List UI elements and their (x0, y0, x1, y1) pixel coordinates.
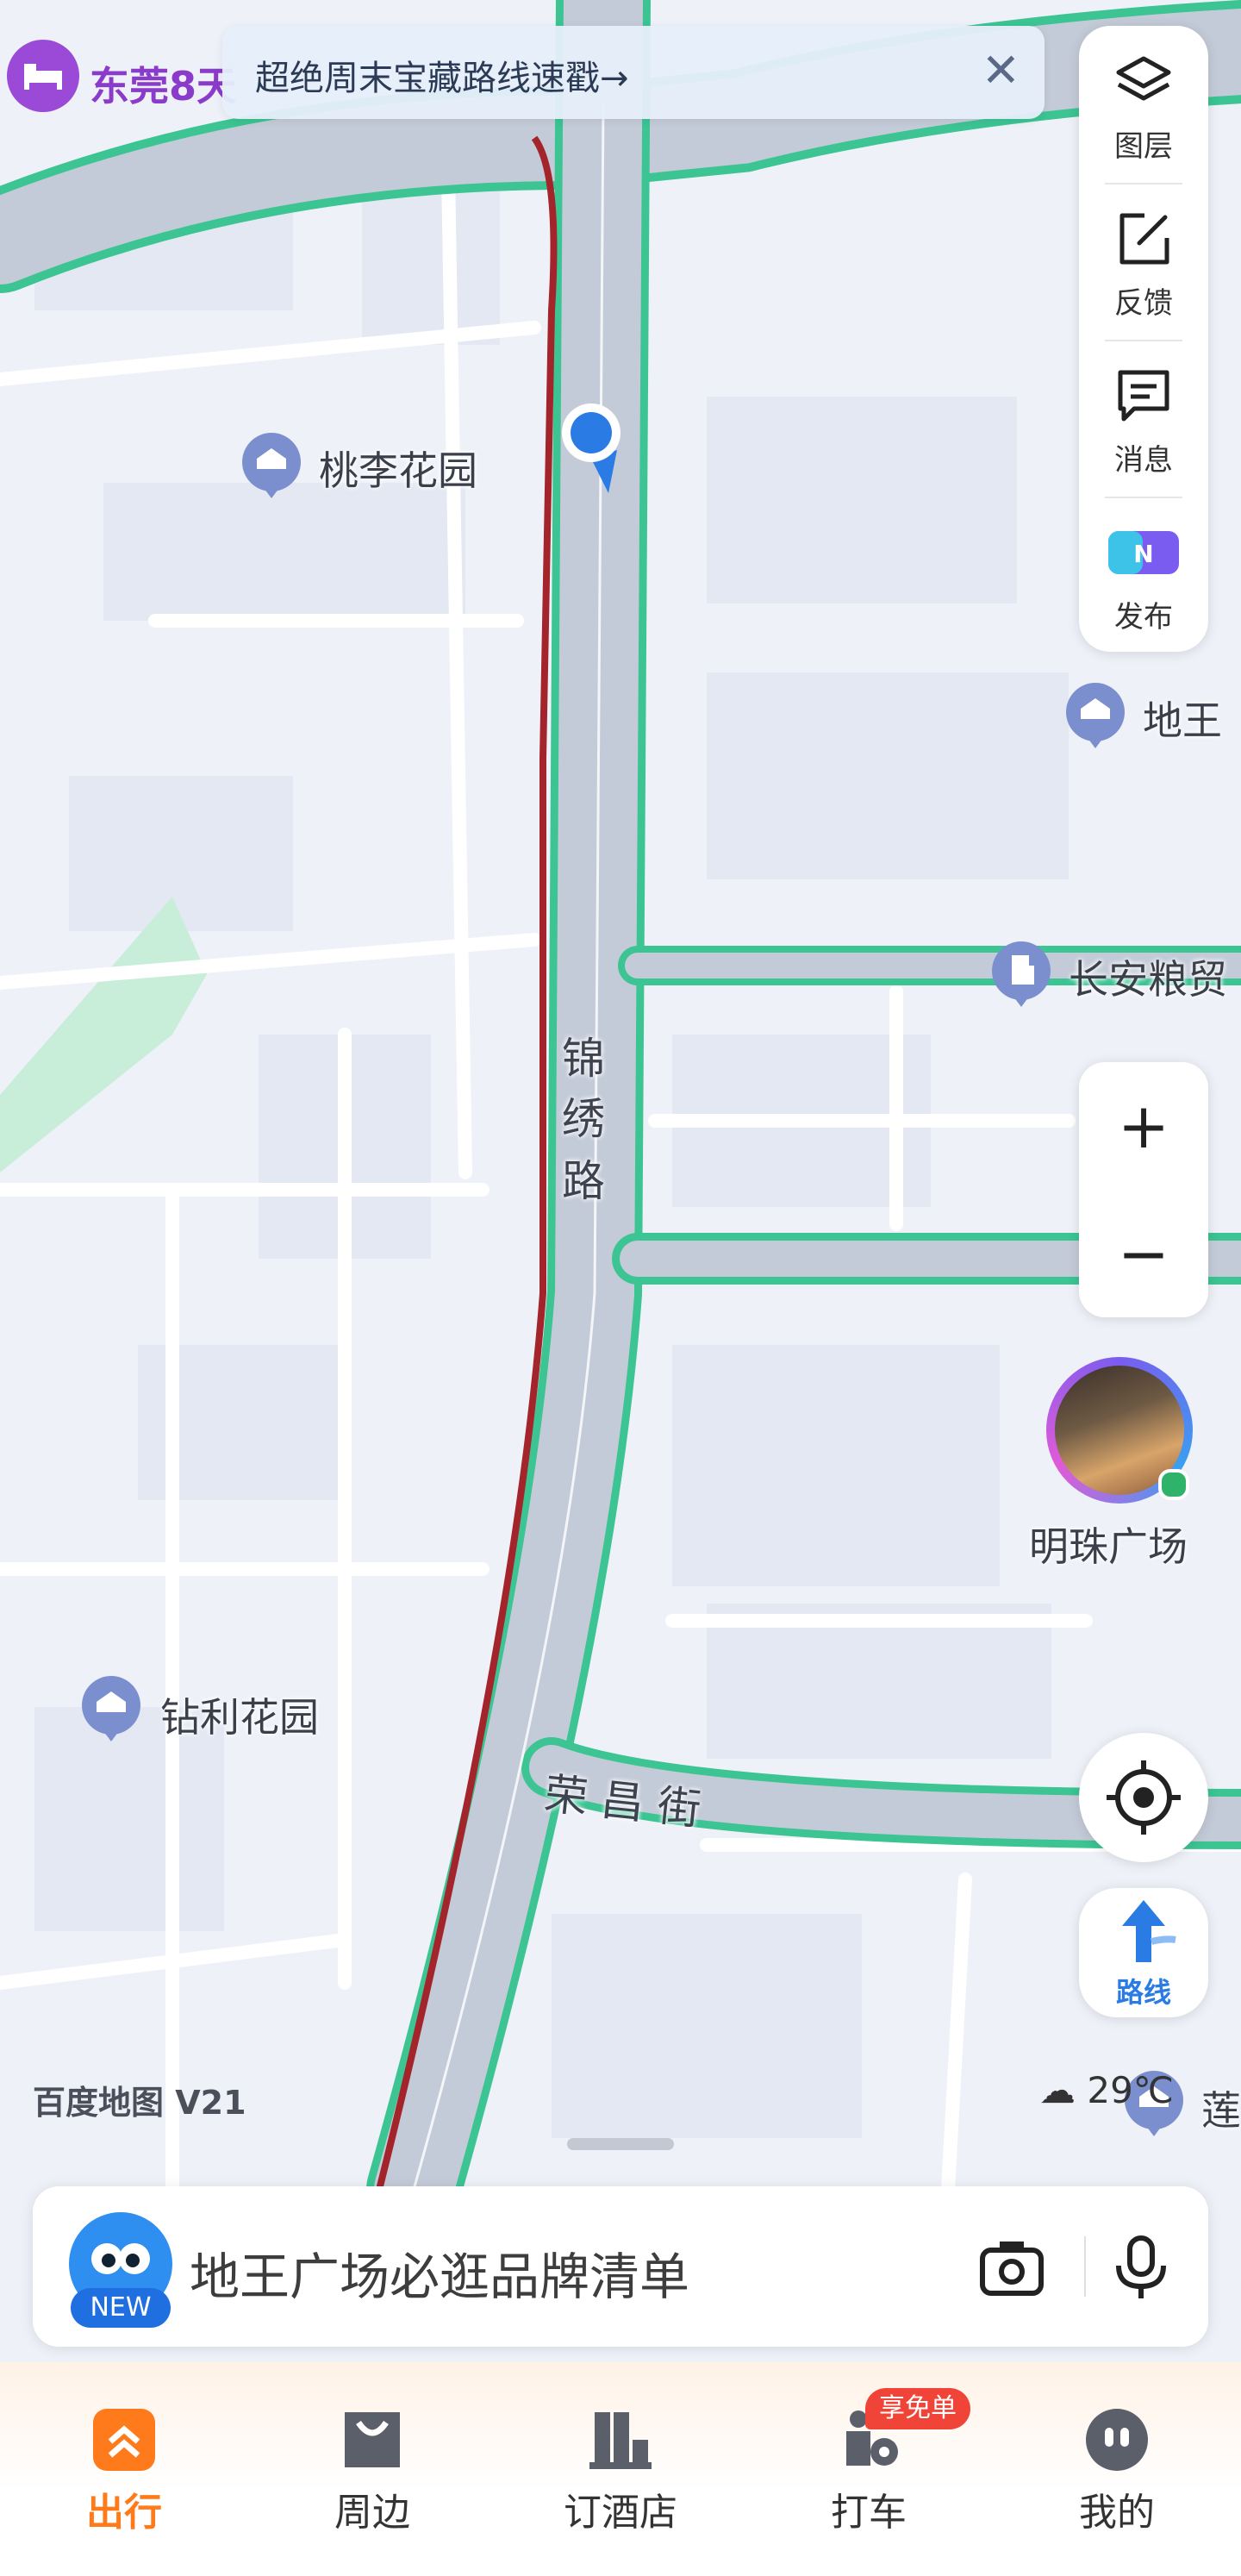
hotel-bed-icon[interactable] (7, 40, 79, 112)
road-label-jinxiu-2: 绣 (562, 1094, 605, 1144)
current-location-icon (557, 398, 626, 493)
feedback-label: 反馈 (1114, 286, 1173, 321)
feedback-edit-icon (1119, 213, 1169, 265)
free-ride-badge: 享免单 (865, 2388, 970, 2429)
microphone-icon[interactable] (1107, 2233, 1176, 2305)
search-bar[interactable]: NEW 地王广场必逛品牌清单 (33, 2186, 1208, 2347)
office-pin-icon[interactable] (988, 940, 1055, 1007)
weather-cloud-icon: ☁ (1039, 2069, 1076, 2111)
layers-icon (1116, 56, 1171, 101)
poi-label-mingzhu[interactable]: 明珠广场 (1029, 1516, 1188, 1572)
route-button[interactable]: 路线 (1079, 1888, 1208, 2017)
tab-travel[interactable]: 出行 (38, 2371, 210, 2576)
banner-close-icon[interactable]: ✕ (982, 45, 1020, 97)
new-badge: NEW (71, 2288, 171, 2328)
tab-hotel[interactable]: 订酒店 (534, 2371, 707, 2576)
tab-label-taxi: 打车 (831, 2491, 907, 2535)
route-arrow-icon (1122, 1900, 1176, 1962)
hotel-building-icon (589, 2412, 652, 2469)
search-divider (1084, 2236, 1086, 2297)
feedback-button[interactable]: 反馈 (1079, 183, 1208, 338)
tab-nearby[interactable]: 周边 (286, 2371, 458, 2576)
messages-label: 消息 (1114, 443, 1173, 478)
hotel-promo-text[interactable]: 东莞8天 (90, 55, 236, 112)
search-input[interactable]: 地王广场必逛品牌清单 (190, 2236, 689, 2309)
travel-icon (93, 2409, 155, 2471)
tab-label-me: 我的 (1079, 2491, 1155, 2535)
layers-label: 图层 (1114, 129, 1173, 164)
poi-label-diwang[interactable]: 地王 (1143, 690, 1222, 747)
poi-label-taoli[interactable]: 桃李花园 (319, 440, 477, 497)
tab-label-hotel: 订酒店 (564, 2491, 677, 2535)
drawer-handle[interactable] (567, 2138, 674, 2150)
road-label-jinxiu-3: 路 (562, 1156, 605, 1206)
road-label-jinxiu-1: 锦 (562, 1034, 605, 1084)
messages-button[interactable]: 消息 (1079, 340, 1208, 495)
baidu-map-logo: 百度地图 V21 (33, 2084, 246, 2122)
poi-label-changan[interactable]: 长安粮贸 (1069, 948, 1227, 1005)
banner-text[interactable]: 超绝周末宝藏路线速戳→ (255, 50, 629, 100)
route-label: 路线 (1115, 1976, 1171, 2009)
message-icon (1118, 370, 1169, 422)
map-background (0, 0, 1241, 2237)
layers-button[interactable]: 图层 (1079, 26, 1208, 181)
weather-readout[interactable]: ☁ 29℃ (1039, 2069, 1174, 2111)
tab-me[interactable]: 我的 (1031, 2371, 1203, 2576)
residential-pin-icon[interactable] (78, 1674, 145, 1741)
publish-button[interactable]: N 发布 (1079, 497, 1208, 652)
tab-label-travel: 出行 (86, 2491, 162, 2535)
temperature: 29℃ (1087, 2069, 1174, 2111)
poi-label-zuanli[interactable]: 钻利花园 (160, 1686, 319, 1743)
zoom-control: + − (1079, 1062, 1208, 1317)
publish-news-icon: N (1108, 531, 1179, 574)
residential-pin-icon[interactable] (1062, 681, 1129, 748)
zoom-out-button[interactable]: − (1079, 1190, 1208, 1317)
promo-banner[interactable]: 超绝周末宝藏路线速戳→ ✕ (222, 26, 1045, 119)
locate-me-button[interactable] (1079, 1733, 1208, 1862)
poi-label-lian[interactable]: 莲 (1201, 2079, 1241, 2136)
svg-text:N: N (1133, 540, 1153, 568)
publish-label: 发布 (1114, 600, 1173, 635)
map-tools-panel: 图层 反馈 消息 N 发布 (1079, 26, 1208, 652)
tab-label-nearby: 周边 (334, 2491, 410, 2535)
zoom-in-button[interactable]: + (1079, 1062, 1208, 1190)
profile-icon (1086, 2409, 1148, 2471)
nearby-bag-icon (345, 2412, 400, 2467)
online-dot-icon (1158, 1469, 1189, 1500)
bottom-tab-bar: 出行 周边 订酒店 打车 我的 (0, 2371, 1241, 2576)
residential-pin-icon[interactable] (238, 431, 305, 498)
map-canvas[interactable]: 桃李花园 地王 长安粮贸 明珠广场 钻利花园 莲 锦 绣 路 荣 昌 街 (0, 0, 1241, 2237)
crosshair-icon (1107, 1760, 1181, 1835)
mingzhu-plaza-avatar[interactable] (1046, 1357, 1193, 1504)
camera-icon[interactable] (977, 2233, 1046, 2305)
